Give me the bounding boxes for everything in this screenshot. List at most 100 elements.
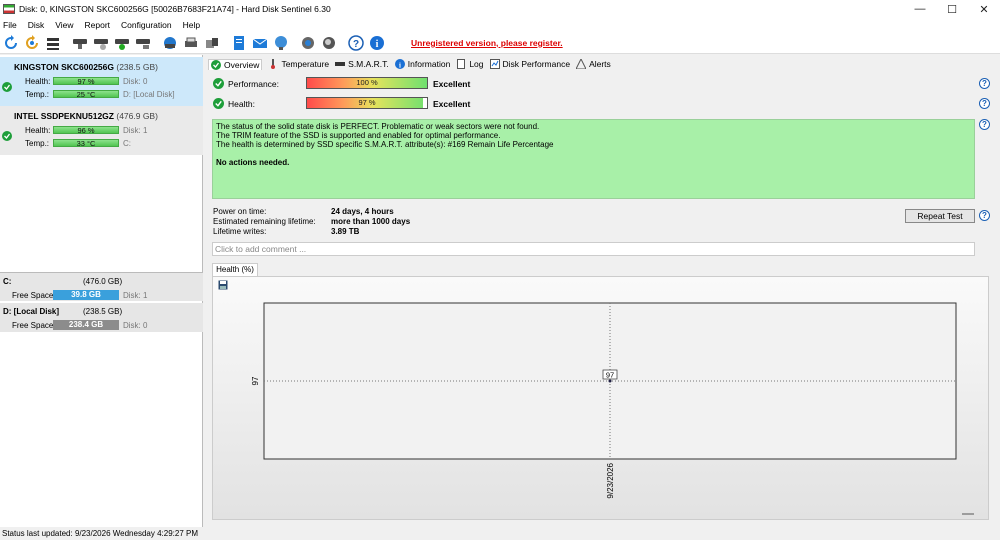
status-bar: Status last updated: 9/23/2026 Wednesday… — [0, 528, 1000, 540]
volume-name: C: — [3, 277, 12, 286]
temp-label: Temp.: — [25, 139, 50, 148]
writes-label: Lifetime writes: — [213, 227, 267, 236]
performance-row: Performance: — [213, 77, 308, 91]
tab-health-chart[interactable]: Health (%) — [212, 263, 258, 276]
disk-item-kingston[interactable]: KINGSTON SKC600256G (238.5 GB) Health: 9… — [0, 57, 203, 106]
volume-name: D: [Local Disk] — [3, 307, 60, 316]
tab-label: Log — [469, 59, 484, 69]
disk-number: Disk: 1 — [123, 126, 148, 135]
menu-disk[interactable]: Disk — [28, 20, 45, 30]
disk-check-icon[interactable] — [113, 34, 131, 52]
data-label: 97 — [606, 371, 614, 380]
health-value: 97 % — [358, 98, 376, 107]
health-bar: 96 % — [53, 126, 119, 134]
close-icon[interactable]: ✕ — [968, 0, 1000, 18]
free-space-bar: 39.8 GB — [53, 290, 119, 300]
tab-label: Temperature — [281, 59, 330, 69]
chart-icon — [489, 59, 500, 69]
window-controls: — ☐ ✕ — [904, 0, 1000, 18]
check-icon — [213, 77, 224, 91]
document-icon — [456, 59, 466, 69]
help-icon[interactable]: ? — [979, 78, 990, 89]
menu-help[interactable]: Help — [183, 20, 200, 30]
health-bar: 97 % — [53, 77, 119, 85]
no-actions-text: No actions needed. — [216, 158, 290, 167]
menu-view[interactable]: View — [55, 20, 73, 30]
tab-label: Overview — [224, 59, 260, 70]
refresh-icon[interactable] — [2, 34, 20, 52]
info-icon[interactable]: i — [368, 34, 386, 52]
disk-volumes: D: [Local Disk] — [123, 90, 175, 99]
menu-file[interactable]: File — [3, 20, 17, 30]
minimize-icon[interactable]: — — [904, 0, 936, 18]
tab-temperature[interactable]: Temperature — [268, 59, 329, 69]
power-on-label: Power on time: — [213, 207, 267, 216]
help-icon[interactable]: ? — [979, 98, 990, 109]
disk-size: (476.9 GB) — [116, 111, 158, 121]
tab-smart[interactable]: S.M.A.R.T. — [335, 59, 389, 69]
help-icon[interactable]: ? — [979, 119, 990, 130]
thermometer-icon — [268, 59, 278, 69]
svg-text:i: i — [376, 39, 379, 50]
email-icon[interactable] — [251, 34, 269, 52]
tab-bar: Overview Temperature S.M.A.R.T. i Inform… — [208, 57, 617, 71]
temp-bar: 25 °C — [53, 90, 119, 98]
tab-disk-performance[interactable]: Disk Performance — [489, 59, 571, 69]
tab-overview[interactable]: Overview — [208, 58, 263, 70]
send-report-icon[interactable] — [203, 34, 221, 52]
disk-name: INTEL SSDPEKNU512GZ — [14, 111, 114, 121]
power-on-value: 24 days, 4 hours — [331, 207, 394, 216]
volume-c[interactable]: C: (476.0 GB) Free Space 39.8 GB Disk: 1 — [0, 272, 203, 301]
health-label: Health: — [228, 99, 255, 109]
notes-icon[interactable] — [230, 34, 248, 52]
comment-input[interactable]: Click to add comment ... — [212, 242, 975, 256]
status-line: The health is determined by SSD specific… — [216, 140, 554, 149]
free-space-label: Free Space — [12, 291, 54, 300]
maximize-icon[interactable]: ☐ — [936, 0, 968, 18]
report-icon[interactable] — [161, 34, 179, 52]
temp-label: Temp.: — [25, 90, 50, 99]
volume-d[interactable]: D: [Local Disk] (238.5 GB) Free Space 23… — [0, 303, 203, 332]
refresh-all-icon[interactable] — [23, 34, 41, 52]
free-space-label: Free Space — [12, 321, 54, 330]
surface-test-icon[interactable] — [92, 34, 110, 52]
disk-volumes: C: — [123, 139, 131, 148]
options-icon[interactable] — [320, 34, 338, 52]
disk-list-panel: KINGSTON SKC600256G (238.5 GB) Health: 9… — [0, 55, 203, 527]
info-icon: i — [394, 59, 405, 69]
tab-information[interactable]: i Information — [394, 59, 450, 69]
volume-disk: Disk: 1 — [123, 291, 148, 300]
tab-label: Disk Performance — [502, 59, 571, 69]
disk-size: (238.5 GB) — [116, 62, 158, 72]
menu-configuration[interactable]: Configuration — [121, 20, 172, 30]
disk-title: KINGSTON SKC600256G (238.5 GB) — [14, 62, 158, 72]
performance-label: Performance: — [228, 79, 280, 89]
performance-rating: Excellent — [433, 79, 471, 89]
disk-item-intel[interactable]: INTEL SSDPEKNU512GZ (476.9 GB) Health: 9… — [0, 106, 203, 155]
disk-list-icon[interactable] — [44, 34, 62, 52]
gear-icon[interactable] — [299, 34, 317, 52]
disk-settings-icon[interactable] — [134, 34, 152, 52]
health-bar: 97 % — [306, 97, 428, 109]
disk-test-icon[interactable] — [71, 34, 89, 52]
tab-log[interactable]: Log — [456, 59, 484, 69]
performance-value: 100 % — [356, 78, 378, 87]
svg-text:?: ? — [353, 39, 359, 50]
writes-value: 3.89 TB — [331, 227, 360, 236]
network-icon[interactable] — [272, 34, 290, 52]
lifetime-value: more than 1000 days — [331, 217, 411, 226]
title-bar: Disk: 0, KINGSTON SKC600256G [50026B7683… — [0, 0, 1000, 18]
status-message-box: The status of the solid state disk is PE… — [212, 119, 975, 199]
volume-disk: Disk: 0 — [123, 321, 148, 330]
help-icon[interactable]: ? — [347, 34, 365, 52]
menu-report[interactable]: Report — [85, 20, 111, 30]
print-icon[interactable] — [182, 34, 200, 52]
repeat-test-button[interactable]: Repeat Test — [905, 209, 975, 223]
x-tick-label: 9/23/2026 — [606, 462, 615, 498]
app-icon — [3, 4, 15, 14]
help-icon[interactable]: ? — [979, 210, 990, 221]
disk-icon — [335, 59, 346, 69]
unregistered-link[interactable]: Unregistered version, please register. — [411, 38, 563, 48]
check-icon — [2, 131, 12, 143]
tab-alerts[interactable]: Alerts — [576, 59, 611, 69]
